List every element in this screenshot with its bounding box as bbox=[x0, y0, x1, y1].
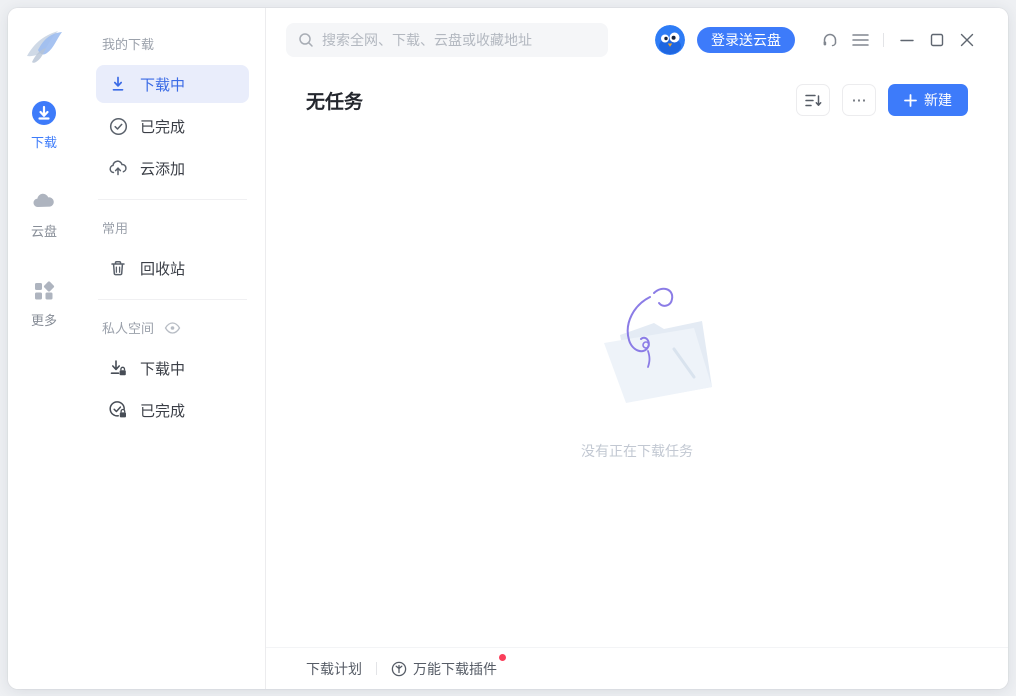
sidebar-item-label: 下载中 bbox=[140, 74, 185, 95]
sidebar-section-header: 我的下载 bbox=[102, 34, 249, 53]
check-circle-icon bbox=[108, 116, 128, 136]
download-icon bbox=[108, 74, 128, 94]
sidebar: 我的下载 下载中 已完成 bbox=[80, 8, 266, 689]
sort-button[interactable] bbox=[796, 84, 830, 116]
cloud-icon bbox=[31, 189, 57, 215]
new-task-label: 新建 bbox=[924, 90, 952, 110]
rail-item-label: 下载 bbox=[31, 132, 57, 151]
minimize-button[interactable] bbox=[892, 25, 922, 55]
thunder-logo-icon bbox=[18, 20, 70, 72]
maximize-button[interactable] bbox=[922, 25, 952, 55]
titlebar-divider bbox=[883, 33, 884, 47]
sidebar-item-private-downloading[interactable]: 下载中 bbox=[96, 349, 249, 387]
empty-state-message: 没有正在下载任务 bbox=[542, 441, 732, 461]
sidebar-item-label: 回收站 bbox=[140, 258, 185, 279]
universal-plugin-link[interactable]: 万能下载插件 bbox=[391, 659, 497, 679]
rail-item-label: 更多 bbox=[31, 310, 57, 329]
page-title: 无任务 bbox=[306, 87, 363, 114]
rail-item-download[interactable]: 下载 bbox=[31, 100, 57, 151]
check-lock-icon bbox=[108, 400, 128, 420]
login-button[interactable]: 登录送云盘 bbox=[697, 27, 795, 53]
notification-dot bbox=[499, 654, 506, 661]
sidebar-item-recycle-bin[interactable]: 回收站 bbox=[96, 249, 249, 287]
task-list-empty-area: 没有正在下载任务 bbox=[266, 128, 1008, 647]
sidebar-item-label: 已完成 bbox=[140, 116, 185, 137]
rail-item-cloud-drive[interactable]: 云盘 bbox=[31, 189, 57, 240]
plugin-icon bbox=[391, 661, 407, 677]
left-rail: 下载 云盘 更多 bbox=[8, 8, 80, 689]
main-area: 登录送云盘 bbox=[266, 8, 1008, 689]
sidebar-divider bbox=[98, 199, 247, 200]
sidebar-section-header: 常用 bbox=[102, 218, 249, 237]
sidebar-item-completed[interactable]: 已完成 bbox=[96, 107, 249, 145]
download-plan-link[interactable]: 下载计划 bbox=[306, 659, 362, 679]
empty-folder-illustration bbox=[542, 283, 732, 413]
search-icon bbox=[298, 32, 314, 48]
sidebar-item-private-completed[interactable]: 已完成 bbox=[96, 391, 249, 429]
sidebar-item-label: 云添加 bbox=[140, 158, 185, 179]
new-task-button[interactable]: 新建 bbox=[888, 84, 968, 116]
download-lock-icon bbox=[108, 358, 128, 378]
rail-item-label: 云盘 bbox=[31, 221, 57, 240]
more-button[interactable]: ⋯ bbox=[842, 84, 876, 116]
menu-icon[interactable] bbox=[845, 25, 875, 55]
search-input[interactable] bbox=[322, 32, 596, 48]
cloud-add-icon bbox=[108, 158, 128, 178]
sidebar-divider bbox=[98, 299, 247, 300]
sidebar-item-label: 已完成 bbox=[140, 400, 185, 421]
bottombar-divider bbox=[376, 662, 377, 675]
bottom-bar: 下载计划 万能下载插件 bbox=[266, 647, 1008, 689]
close-button[interactable] bbox=[952, 25, 982, 55]
sidebar-section-header-private: 私人空间 bbox=[102, 318, 249, 337]
eye-icon[interactable] bbox=[164, 322, 181, 334]
toolbar: 无任务 ⋯ 新建 bbox=[266, 72, 1008, 128]
download-circle-icon bbox=[31, 100, 57, 126]
sidebar-item-label: 下载中 bbox=[140, 358, 185, 379]
plus-icon bbox=[904, 94, 917, 107]
search-box[interactable] bbox=[286, 23, 608, 57]
trash-icon bbox=[108, 258, 128, 278]
rail-item-more[interactable]: 更多 bbox=[31, 278, 57, 329]
title-bar: 登录送云盘 bbox=[266, 8, 1008, 72]
grid-icon bbox=[31, 278, 57, 304]
support-headset-icon[interactable] bbox=[815, 25, 845, 55]
avatar[interactable] bbox=[655, 25, 685, 55]
app-window: 下载 云盘 更多 我的下载 bbox=[8, 8, 1008, 689]
sidebar-item-cloud-add[interactable]: 云添加 bbox=[96, 149, 249, 187]
sidebar-item-downloading[interactable]: 下载中 bbox=[96, 65, 249, 103]
